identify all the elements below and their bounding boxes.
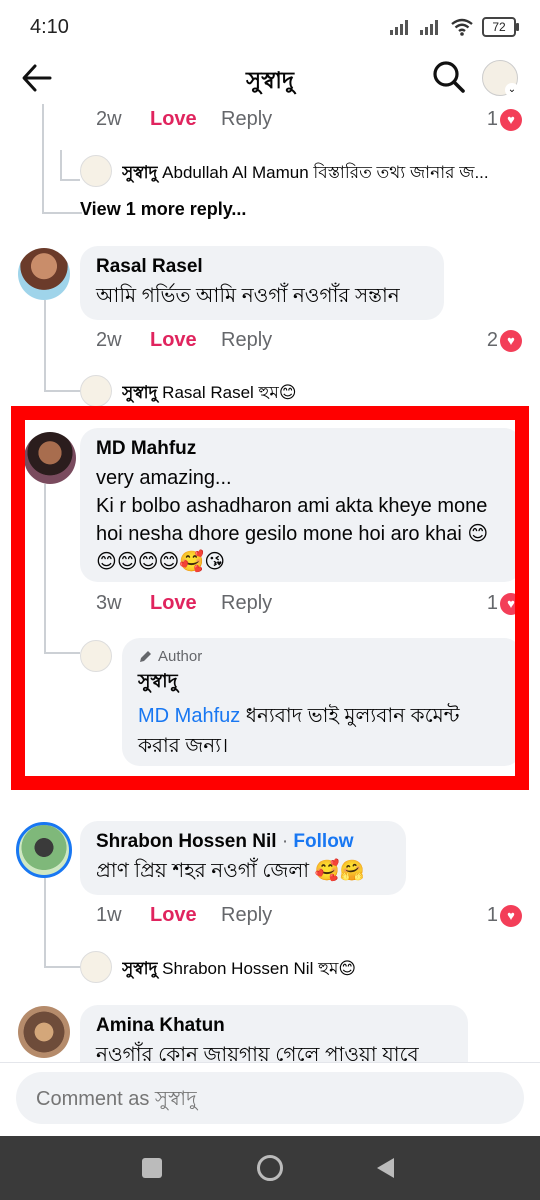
comment-time: 2w: [96, 329, 122, 351]
reaction-count[interactable]: 1 ♥: [487, 904, 522, 927]
avatar[interactable]: [18, 248, 70, 300]
commenter-name-row: Shrabon Hossen Nil · Follow: [96, 831, 354, 852]
thread-line: [60, 179, 80, 181]
search-button[interactable]: [432, 60, 468, 96]
chevron-down-icon: ⌄: [505, 83, 519, 97]
comment-actions: 2w Love Reply: [96, 329, 272, 352]
comment-composer[interactable]: [16, 1072, 524, 1126]
reply-button[interactable]: Reply: [221, 108, 272, 131]
commenter-name[interactable]: Amina Khatun: [96, 1015, 452, 1037]
reply-text: Rasal Rasel হুম😊: [162, 383, 297, 402]
comment-time: 2w: [96, 108, 122, 130]
battery-icon: 72: [482, 17, 519, 37]
top-header: সুস্বাদু ⌄: [0, 54, 540, 104]
reaction-number: 1: [486, 108, 498, 130]
search-icon: [433, 61, 465, 93]
reply-text: Shrabon Hossen Nil হুম😊: [162, 959, 357, 978]
signal-icon: [390, 20, 408, 35]
comment-bubble: Rasal Rasel আমি গর্ভিত আমি নওগাঁ নওগাঁর …: [80, 246, 444, 320]
thread-line: [60, 150, 62, 180]
divider: [0, 1062, 540, 1063]
reply-button[interactable]: Reply: [221, 329, 272, 352]
comment-time: 1w: [96, 904, 122, 926]
page-avatar[interactable]: [80, 951, 112, 983]
comment-text: আমি গর্ভিত আমি নওগাঁ নওগাঁর সন্তান: [96, 285, 400, 307]
love-button[interactable]: Love: [150, 329, 221, 352]
reply-author: সুস্বাদু: [122, 163, 158, 182]
comment-text: প্রাণ প্রিয় শহর নওগাঁ জেলা 🥰🤗: [96, 860, 365, 882]
system-nav-bar: [0, 1136, 540, 1200]
reply-preview[interactable]: সুস্বাদু Abdullah Al Mamun বিস্তারিত তথ্…: [122, 160, 522, 188]
heart-icon: ♥: [500, 904, 522, 927]
thread-line: [44, 300, 46, 392]
reply-preview[interactable]: সুস্বাদু Rasal Rasel হুম😊: [122, 380, 522, 408]
comment-bubble: Shrabon Hossen Nil · Follow প্রাণ প্রিয়…: [80, 821, 406, 895]
reply-author: সুস্বাদু: [122, 383, 158, 402]
thread-line: [44, 878, 46, 968]
avatar[interactable]: [18, 1006, 70, 1058]
thread-line: [44, 390, 80, 392]
status-time: 4:10: [30, 16, 69, 38]
highlight-box: [11, 406, 529, 790]
home-icon[interactable]: [257, 1155, 283, 1181]
reaction-number: 1: [486, 904, 498, 926]
back-nav-icon[interactable]: [374, 1156, 396, 1180]
follow-button[interactable]: Follow: [293, 831, 353, 852]
view-more-replies[interactable]: View 1 more reply...: [80, 199, 246, 220]
heart-icon: ♥: [500, 108, 522, 131]
page-avatar[interactable]: [80, 375, 112, 407]
profile-switcher-avatar[interactable]: ⌄: [482, 60, 519, 97]
commenter-name[interactable]: Shrabon Hossen Nil: [96, 831, 277, 852]
love-button[interactable]: Love: [150, 904, 221, 927]
comment-text: নওগাঁর কোন জায়গায় গেলে পাওয়া যাবে: [96, 1044, 419, 1063]
reply-button[interactable]: Reply: [221, 904, 272, 927]
page-avatar[interactable]: [80, 155, 112, 187]
thread-line: [42, 212, 82, 214]
reaction-count[interactable]: 2 ♥: [487, 329, 522, 352]
heart-icon: ♥: [500, 329, 522, 352]
comment-input[interactable]: [34, 1072, 498, 1126]
comment-actions: 1w Love Reply: [96, 904, 272, 927]
reaction-count[interactable]: 1 ♥: [487, 108, 522, 131]
love-button[interactable]: Love: [150, 108, 221, 131]
comment-actions: 2w Love Reply: [96, 108, 272, 131]
comment-bubble: Amina Khatun নওগাঁর কোন জায়গায় গেলে পা…: [80, 1005, 468, 1063]
recents-icon[interactable]: [142, 1158, 162, 1178]
status-icons: 72: [390, 16, 519, 38]
reaction-number: 2: [486, 329, 498, 351]
wifi-icon: [451, 18, 473, 36]
thread-line: [42, 104, 44, 214]
thread-line: [44, 966, 80, 968]
reply-preview[interactable]: সুস্বাদু Shrabon Hossen Nil হুম😊: [122, 956, 522, 984]
status-bar: 4:10 72: [0, 0, 540, 54]
reply-text: Abdullah Al Mamun বিস্তারিত তথ্য জানার জ…: [162, 163, 489, 182]
commenter-name[interactable]: Rasal Rasel: [96, 256, 428, 278]
signal-icon-2: [420, 20, 438, 35]
reply-author: সুস্বাদু: [122, 959, 158, 978]
avatar-story-ring[interactable]: [16, 822, 72, 878]
comment-clip: Amina Khatun নওগাঁর কোন জায়গায় গেলে পা…: [80, 1005, 468, 1063]
